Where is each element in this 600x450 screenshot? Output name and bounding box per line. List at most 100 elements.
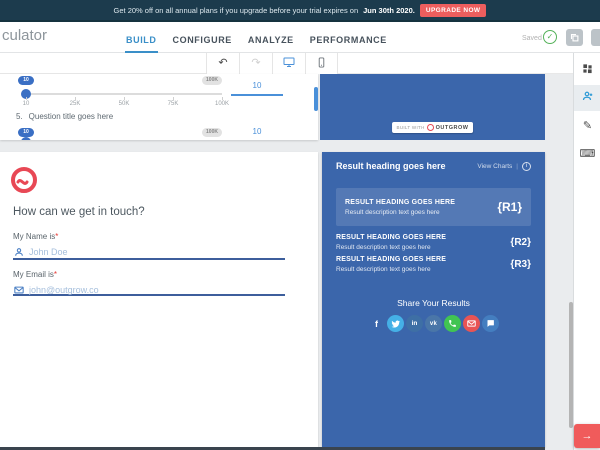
tick-mark <box>124 97 125 100</box>
result-item-2[interactable]: RESULT HEADING GOES HERE Result descript… <box>336 234 531 251</box>
slider-questions-panel: 10 100K 10 25K 50K 75K 100K 10 5. Questi… <box>0 74 318 140</box>
copy-icon <box>570 29 579 47</box>
envelope-icon <box>14 285 24 295</box>
messenger-share-icon[interactable] <box>482 315 499 332</box>
tick-label: 10 <box>11 101 41 107</box>
whatsapp-share-icon[interactable] <box>444 315 461 332</box>
tick-mark <box>173 97 174 100</box>
redo-button[interactable]: ↷ <box>239 53 272 74</box>
email-input[interactable] <box>29 283 279 296</box>
monitor-icon <box>283 55 295 73</box>
saved-check-icon: ✓ <box>543 30 557 44</box>
undo-button[interactable]: ↶ <box>206 53 239 74</box>
email-share-icon[interactable] <box>463 315 480 332</box>
results-header-actions: View Charts | i <box>477 162 531 171</box>
desktop-preview-button[interactable] <box>272 53 305 74</box>
divider: | <box>516 163 518 170</box>
upgrade-now-button[interactable]: UPGRADE NOW <box>420 4 487 17</box>
share-results-heading: Share Your Results <box>322 298 545 308</box>
right-arrow-icon: → <box>582 430 593 442</box>
result-item-3[interactable]: RESULT HEADING GOES HERE Result descript… <box>336 256 531 273</box>
sidebar-item-layout[interactable] <box>574 57 600 83</box>
copy-button[interactable] <box>566 29 583 46</box>
result-3-token: {R3} <box>510 259 531 270</box>
sidebar-item-embed[interactable]: ⌨ <box>574 141 600 167</box>
results-header: Result heading goes here View Charts | i <box>336 161 531 171</box>
slider5-value-input[interactable]: 10 <box>231 127 283 136</box>
tick-label: 25K <box>60 101 90 107</box>
smartphone-icon <box>316 55 327 73</box>
facebook-share-icon[interactable]: f <box>368 315 385 332</box>
results-panel: Result heading goes here View Charts | i… <box>322 152 545 447</box>
tab-analyze[interactable]: ANALYZE <box>247 22 295 53</box>
results-heading: Result heading goes here <box>336 161 446 171</box>
info-icon[interactable]: i <box>522 162 531 171</box>
email-label-text: My Email is <box>13 270 54 279</box>
builder-canvas: ↶ ↷ <box>0 53 573 450</box>
question-5-title[interactable]: 5. Question title goes here <box>16 112 113 121</box>
built-with-label: BUILT WITH <box>397 125 425 130</box>
person-icon <box>14 247 24 257</box>
name-field-label: My Name is* <box>13 232 58 241</box>
keyboard-icon: ⌨ <box>580 149 596 160</box>
slider4-track[interactable] <box>26 93 222 95</box>
question-number: 5. <box>16 112 23 121</box>
result-1-heading: RESULT HEADING GOES HERE <box>345 199 455 206</box>
result-3-texts: RESULT HEADING GOES HERE Result descript… <box>336 256 446 273</box>
result-3-description: Result description text goes here <box>336 266 446 273</box>
result-1-token: {R1} <box>497 200 522 214</box>
linkedin-share-icon[interactable]: in <box>406 315 423 332</box>
mobile-preview-button[interactable] <box>305 53 338 74</box>
share-icons-row: f in vk <box>322 315 545 332</box>
required-asterisk: * <box>55 232 58 241</box>
results-preview-top-panel: BUILT WITH OUTGROW <box>320 74 545 140</box>
grid-icon <box>582 61 593 79</box>
result-1-texts: RESULT HEADING GOES HERE Result descript… <box>345 199 455 216</box>
built-with-outgrow-badge: BUILT WITH OUTGROW <box>392 122 474 133</box>
result-1-description: Result description text goes here <box>345 209 455 216</box>
required-asterisk: * <box>54 270 57 279</box>
tick-mark <box>26 97 27 100</box>
saved-status-label: Saved <box>522 35 542 42</box>
app-header: culator BUILD CONFIGURE ANALYZE PERFORMA… <box>0 22 600 53</box>
outgrow-brand-label: OUTGROW <box>436 125 469 131</box>
twitter-share-icon[interactable] <box>387 315 404 332</box>
preview-scrollbar-thumb[interactable] <box>314 87 318 111</box>
result-2-token: {R2} <box>510 237 531 248</box>
question-title-text: Question title goes here <box>29 112 114 121</box>
sidebar-item-edit[interactable]: ✎ <box>574 113 600 139</box>
main-nav-tabs: BUILD CONFIGURE ANALYZE PERFORMANCE <box>125 22 388 53</box>
tick-mark <box>75 97 76 100</box>
name-input[interactable] <box>29 245 279 258</box>
tick-label: 100K <box>207 101 237 107</box>
tab-performance[interactable]: PERFORMANCE <box>309 22 388 53</box>
slider5-min-badge: 10 <box>18 128 34 137</box>
result-item-1[interactable]: RESULT HEADING GOES HERE Result descript… <box>336 188 531 226</box>
tab-build[interactable]: BUILD <box>125 22 158 53</box>
result-2-heading: RESULT HEADING GOES HERE <box>336 234 446 241</box>
name-input-row <box>13 244 285 260</box>
undo-icon: ↶ <box>218 58 227 69</box>
tick-label: 50K <box>109 101 139 107</box>
email-input-row <box>13 282 285 296</box>
redo-icon: ↷ <box>251 58 260 69</box>
banner-text: Get 20% off on all annual plans if you u… <box>114 6 359 15</box>
next-arrow-button[interactable]: → <box>574 424 600 448</box>
tab-configure[interactable]: CONFIGURE <box>172 22 233 53</box>
result-2-description: Result description text goes here <box>336 244 446 251</box>
view-charts-link[interactable]: View Charts <box>477 163 512 170</box>
slider4-value-underline <box>231 94 283 96</box>
vk-share-icon[interactable]: vk <box>425 315 442 332</box>
right-icon-sidebar: ✎ ⌨ <box>573 53 600 450</box>
sidebar-item-leads[interactable] <box>574 85 600 111</box>
app-window: Get 20% off on all annual plans if you u… <box>0 0 600 450</box>
tick-mark <box>222 97 223 100</box>
main-area: ↶ ↷ <box>0 53 600 450</box>
add-person-icon <box>582 89 594 107</box>
slider4-value-input[interactable]: 10 <box>231 81 283 90</box>
header-extra-button[interactable] <box>591 29 600 46</box>
slider5-handle[interactable] <box>21 137 31 140</box>
outgrow-logo-icon <box>10 166 38 199</box>
pencil-icon: ✎ <box>583 121 592 132</box>
email-field-label: My Email is* <box>13 270 57 279</box>
